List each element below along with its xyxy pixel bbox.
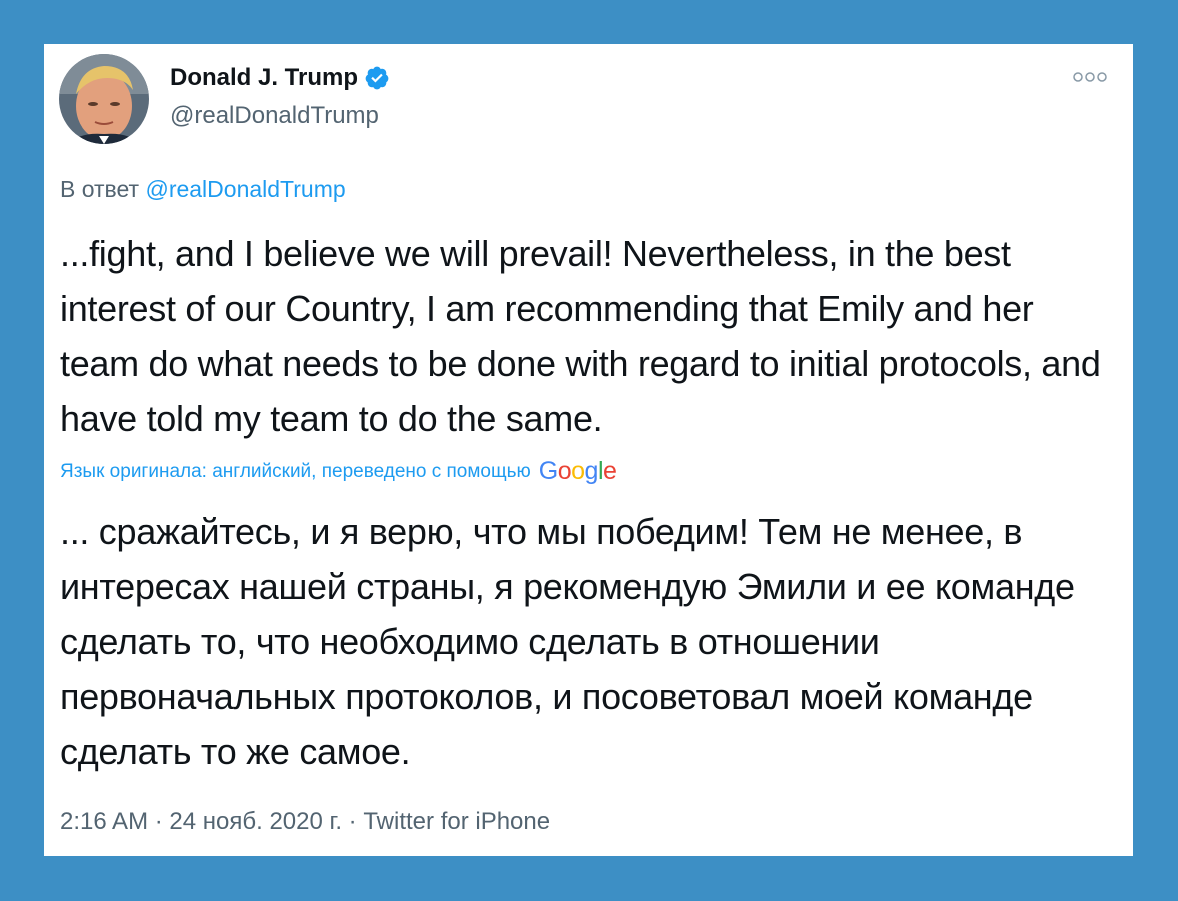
translation-attribution: Язык оригинала: английский, переведено с…: [60, 457, 617, 486]
more-options-icon[interactable]: [1073, 70, 1107, 82]
tweet-card: Donald J. Trump @realDonaldTrump В ответ…: [44, 44, 1133, 856]
tweet-metadata: 2:16 AM · 24 нояб. 2020 г. · Twitter for…: [60, 808, 550, 836]
verified-badge-icon: [364, 65, 390, 91]
google-letter: e: [603, 457, 617, 485]
author-display-name[interactable]: Donald J. Trump: [170, 64, 390, 92]
author-handle[interactable]: @realDonaldTrump: [170, 102, 379, 130]
translated-tweet-text: ... сражайтесь, и я верю, что мы победим…: [60, 511, 1075, 772]
display-name-text: Donald J. Trump: [170, 64, 359, 91]
google-letter: g: [584, 457, 599, 485]
meta-separator: ·: [348, 808, 357, 835]
google-letter: o: [557, 457, 572, 485]
meta-separator: ·: [154, 808, 163, 835]
tweet-text: ...fight, and I believe we will prevail!…: [60, 233, 1101, 439]
reply-prefix: В ответ: [60, 176, 140, 202]
google-logo[interactable]: Google: [539, 457, 617, 486]
google-letter: o: [571, 457, 585, 485]
avatar-image: [59, 54, 149, 144]
reply-to-link[interactable]: @realDonaldTrump: [145, 176, 345, 202]
google-letter: G: [538, 457, 558, 485]
tweet-date[interactable]: 24 нояб. 2020 г.: [169, 808, 342, 835]
translation-note-text: Язык оригинала: английский, переведено с…: [60, 460, 531, 482]
profile-avatar[interactable]: [59, 54, 149, 144]
tweet-time[interactable]: 2:16 AM: [60, 808, 148, 835]
tweet-source[interactable]: Twitter for iPhone: [363, 808, 550, 835]
reply-context: В ответ @realDonaldTrump: [60, 176, 346, 203]
